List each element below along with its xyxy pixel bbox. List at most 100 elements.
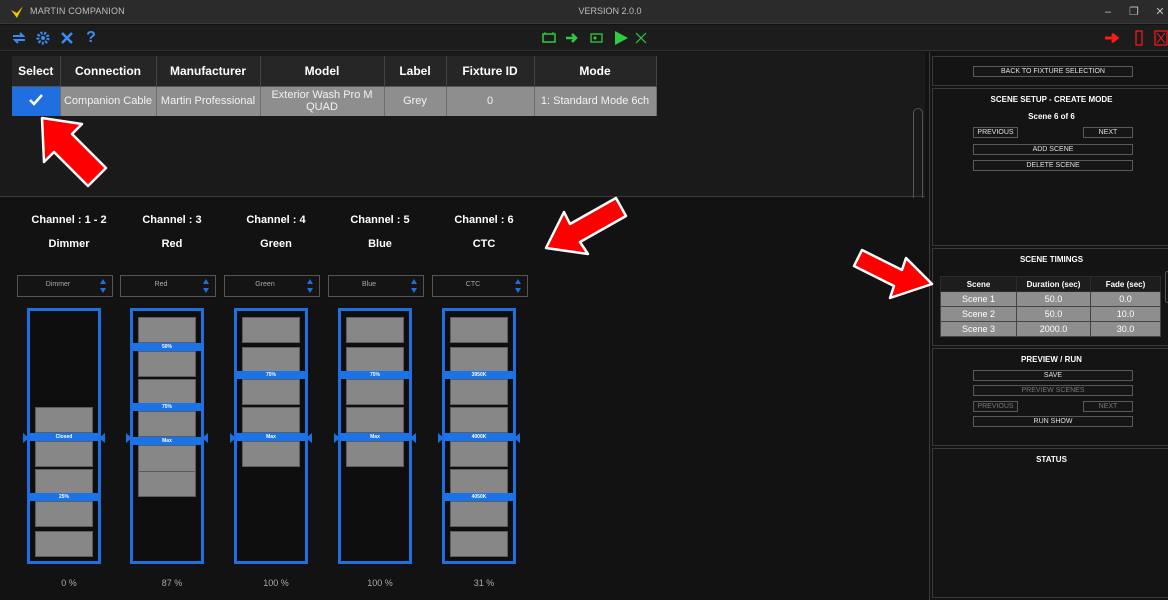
table-row[interactable]: Scene 3 2000.0 30.0 bbox=[940, 321, 1161, 337]
channel-number: Channel : 5 bbox=[350, 214, 410, 226]
duration-cell[interactable]: 50.0 bbox=[1016, 306, 1091, 322]
column-header[interactable]: Connection bbox=[60, 56, 157, 86]
channel-name: Dimmer bbox=[48, 238, 90, 250]
fade-cell[interactable]: 30.0 bbox=[1090, 321, 1161, 337]
status-title: STATUS bbox=[1036, 455, 1067, 464]
previous-scene-button[interactable]: PREVIOUS bbox=[973, 127, 1018, 138]
channel-number: Channel : 4 bbox=[246, 214, 306, 226]
spinner-arrows-icon[interactable] bbox=[202, 278, 210, 294]
help-icon[interactable]: ? bbox=[82, 29, 100, 47]
back-to-fixture-selection-button[interactable]: BACK TO FIXTURE SELECTION bbox=[973, 66, 1133, 77]
duration-cell[interactable]: 50.0 bbox=[1016, 291, 1091, 307]
fader-slot bbox=[138, 317, 196, 343]
column-header: Scene bbox=[940, 276, 1017, 292]
fader-slot bbox=[450, 531, 508, 557]
restore-icon[interactable]: ❐ bbox=[1126, 4, 1142, 20]
preview-previous-button[interactable]: PREVIOUS bbox=[973, 401, 1018, 412]
column-header[interactable]: Manufacturer bbox=[156, 56, 261, 86]
forward-icon[interactable] bbox=[564, 29, 582, 47]
close-red-icon[interactable] bbox=[1152, 29, 1168, 47]
preview-next-button[interactable]: NEXT bbox=[1083, 401, 1133, 412]
device-icon[interactable] bbox=[1130, 29, 1148, 47]
fader-slot bbox=[450, 441, 508, 467]
dimmer-fader[interactable]: Closed 25% bbox=[27, 308, 101, 564]
scene-cell: Scene 3 bbox=[940, 321, 1017, 337]
spinner-arrows-icon[interactable] bbox=[99, 278, 107, 294]
column-header[interactable]: Mode bbox=[534, 56, 657, 86]
run-show-button[interactable]: RUN SHOW bbox=[973, 416, 1133, 427]
column-header[interactable]: Fixture ID bbox=[446, 56, 535, 86]
title-bar: MARTIN COMPANION VERSION 2.0.0 – ❐ ✕ bbox=[0, 0, 1168, 24]
dmx-icon[interactable] bbox=[588, 29, 606, 47]
delete-scene-button[interactable]: DELETE SCENE bbox=[973, 160, 1133, 171]
table-row[interactable]: Scene 1 50.0 0.0 bbox=[940, 291, 1161, 307]
fader-mark: 75% bbox=[341, 371, 409, 379]
fader-handle-right[interactable] bbox=[306, 433, 312, 443]
close-icon[interactable]: ✕ bbox=[1152, 4, 1168, 20]
channel-name: CTC bbox=[472, 238, 496, 250]
channel-value: 31 % bbox=[473, 578, 495, 588]
add-scene-button[interactable]: ADD SCENE bbox=[973, 144, 1133, 155]
save-button[interactable]: SAVE bbox=[973, 370, 1133, 381]
fader-mark: 50% bbox=[133, 343, 201, 351]
fader-slot bbox=[346, 317, 404, 343]
fader-handle-left[interactable] bbox=[126, 433, 132, 443]
fader-mark: Closed bbox=[30, 433, 98, 441]
fixture-icon[interactable] bbox=[540, 29, 558, 47]
table-header-row: Scene Duration (sec) Fade (sec) bbox=[940, 276, 1161, 292]
fader-handle-left[interactable] bbox=[230, 433, 236, 443]
fader-handle-left[interactable] bbox=[438, 433, 444, 443]
fader-handle-left[interactable] bbox=[23, 433, 29, 443]
channel-select[interactable]: Red bbox=[120, 275, 216, 297]
column-header[interactable]: Select bbox=[12, 56, 61, 86]
export-icon[interactable] bbox=[1104, 29, 1122, 47]
duration-cell[interactable]: 2000.0 bbox=[1016, 321, 1091, 337]
preview-run-title: PREVIEW / RUN bbox=[1021, 355, 1082, 364]
fader-handle-right[interactable] bbox=[99, 433, 105, 443]
fader-slot bbox=[450, 379, 508, 405]
fader-slot bbox=[35, 501, 93, 527]
fader-handle-right[interactable] bbox=[514, 433, 520, 443]
column-header[interactable]: Label bbox=[384, 56, 447, 86]
gear-icon[interactable] bbox=[34, 29, 52, 47]
fader-handle-right[interactable] bbox=[410, 433, 416, 443]
fader-slot bbox=[138, 351, 196, 377]
fade-cell[interactable]: 0.0 bbox=[1090, 291, 1161, 307]
fader-mark: Max bbox=[133, 437, 201, 445]
tools-icon[interactable] bbox=[58, 29, 76, 47]
play-icon[interactable] bbox=[612, 29, 630, 47]
cancel-icon[interactable] bbox=[632, 29, 650, 47]
channel-select[interactable]: Green bbox=[224, 275, 320, 297]
fader-handle-left[interactable] bbox=[334, 433, 340, 443]
swap-icon[interactable] bbox=[10, 29, 28, 47]
spinner-arrows-icon[interactable] bbox=[410, 278, 418, 294]
preview-scenes-button[interactable]: PREVIEW SCENES bbox=[973, 385, 1133, 396]
spinner-arrows-icon[interactable] bbox=[306, 278, 314, 294]
table-row[interactable]: Scene 2 50.0 10.0 bbox=[940, 306, 1161, 322]
blue-fader[interactable]: 75% Max bbox=[338, 308, 412, 564]
fader-handle-right[interactable] bbox=[202, 433, 208, 443]
channel-select[interactable]: Dimmer bbox=[17, 275, 113, 297]
fade-cell[interactable]: 10.0 bbox=[1090, 306, 1161, 322]
mode-cell[interactable]: 1: Standard Mode 6ch bbox=[534, 85, 657, 116]
column-header[interactable]: Model bbox=[260, 56, 385, 86]
spinner-arrows-icon[interactable] bbox=[514, 278, 522, 294]
back-section: BACK TO FIXTURE SELECTION bbox=[932, 56, 1168, 86]
minimize-icon[interactable]: – bbox=[1100, 4, 1116, 20]
channel-value: 100 % bbox=[263, 578, 289, 588]
channel-select-value: Green bbox=[255, 281, 275, 288]
red-fader[interactable]: 50% 75% Max bbox=[130, 308, 204, 564]
green-fader[interactable]: 75% Max bbox=[234, 308, 308, 564]
scene-setup-title: SCENE SETUP - CREATE MODE bbox=[990, 95, 1113, 104]
channel-select[interactable]: CTC bbox=[432, 275, 528, 297]
column-header: Duration (sec) bbox=[1016, 276, 1091, 292]
ctc-fader[interactable]: 3950K 4000K 4050K bbox=[442, 308, 516, 564]
next-scene-button[interactable]: NEXT bbox=[1083, 127, 1133, 138]
fader-slot bbox=[450, 317, 508, 343]
fader-slot bbox=[450, 469, 508, 495]
scene-timings-section: SCENE TIMINGS Scene Duration (sec) Fade … bbox=[932, 248, 1168, 346]
fader-mark: 75% bbox=[133, 403, 201, 411]
channel-select[interactable]: Blue bbox=[328, 275, 424, 297]
channel-blue: Channel : 5 Blue Blue 75% Max 100 % bbox=[328, 198, 432, 600]
scene-setup-section: SCENE SETUP - CREATE MODE Scene 6 of 6 P… bbox=[932, 88, 1168, 246]
